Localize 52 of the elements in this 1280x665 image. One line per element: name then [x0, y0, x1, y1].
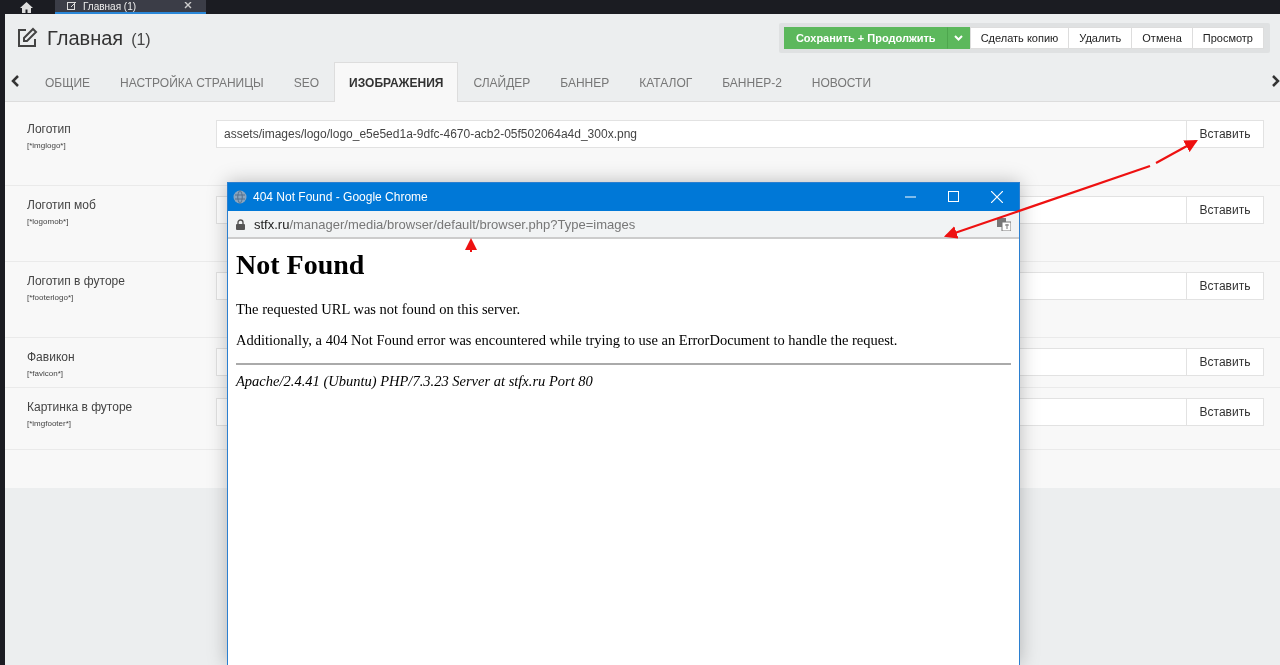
url-text[interactable]: stfx.ru/manager/media/browser/default/browser.php?Type=images	[254, 216, 636, 232]
action-button[interactable]: Сделать копию	[969, 27, 1070, 49]
home-icon[interactable]	[20, 2, 33, 13]
field-label: Логотип	[27, 122, 72, 136]
insert-button[interactable]: Вставить	[1187, 348, 1264, 376]
insert-button[interactable]: Вставить	[1187, 398, 1264, 426]
input-field[interactable]: assets/images/logo/logo_e5e5ed1a-9dfc-4670-acb2-05f502064a4d_300x.png	[216, 120, 1187, 148]
tab[interactable]: SEO	[278, 63, 335, 102]
insert-button[interactable]: Вставить	[1187, 272, 1264, 300]
close-icon[interactable]	[991, 191, 1003, 203]
insert-button[interactable]: Вставить	[1187, 196, 1264, 224]
field-label: Логотип в футоре	[27, 274, 126, 288]
field-tag: [*imgfooter*]	[27, 419, 216, 428]
tab[interactable]: ИЗОБРАЖЕНИЯ	[334, 62, 459, 102]
arrow-annotation	[465, 238, 477, 253]
page-count: (1)	[131, 30, 151, 49]
tab[interactable]: БАННЕР	[545, 63, 625, 102]
lock-icon	[236, 218, 245, 230]
translate-icon[interactable]	[997, 217, 1011, 231]
edit-icon	[67, 1, 77, 11]
page-title: Главная	[47, 26, 124, 50]
tab[interactable]: ОБЩИЕ	[30, 63, 106, 102]
window-title: 404 Not Found - Google Chrome	[253, 190, 428, 204]
globe-icon	[233, 190, 247, 204]
edit-icon	[16, 27, 38, 49]
field-tag: [*logomob*]	[27, 217, 216, 226]
tab[interactable]: НАСТРОЙКА СТРАНИЦЫ	[105, 63, 279, 102]
error-heading: Not Found	[236, 249, 366, 281]
field-tag: [*favicon*]	[27, 369, 216, 378]
scroll-right-icon[interactable]	[1271, 75, 1280, 87]
field-tag: [*imglogo*]	[27, 141, 216, 150]
error-message: The requested URL was not found on this server.	[236, 301, 522, 318]
field-label: Картинка в футоре	[27, 400, 134, 414]
tab[interactable]: НОВОСТИ	[796, 63, 887, 102]
error-message: Additionally, a 404 Not Found error was encountered while trying to use an ErrorDocument to handle the request.	[236, 332, 899, 349]
field-tag: [*footerlogo*]	[27, 293, 216, 302]
maximize-icon[interactable]	[948, 191, 959, 202]
action-button[interactable]: Просмотр	[1191, 27, 1264, 49]
caret-icon	[954, 35, 964, 41]
field-label: Логотип моб	[27, 198, 97, 212]
scroll-left-icon[interactable]	[11, 75, 20, 87]
dropdown-button[interactable]	[946, 27, 971, 49]
server-signature: Apache/2.4.41 (Ubuntu) PHP/7.3.23 Server at stfx.ru Port 80	[236, 373, 594, 390]
tab[interactable]: КАТАЛОГ	[624, 63, 708, 102]
tab[interactable]: СЛАЙДЕР	[458, 63, 546, 102]
tab[interactable]: БАННЕР-2	[707, 63, 797, 102]
insert-button[interactable]: Вставить	[1187, 120, 1264, 148]
app-tab[interactable]: Главная (1)	[55, 0, 207, 14]
action-button[interactable]: Отмена	[1131, 27, 1193, 49]
field-label: Фавикон	[27, 350, 76, 364]
action-button[interactable]: Удалить	[1068, 27, 1133, 49]
app-tab-label: Главная (1)	[83, 0, 137, 12]
